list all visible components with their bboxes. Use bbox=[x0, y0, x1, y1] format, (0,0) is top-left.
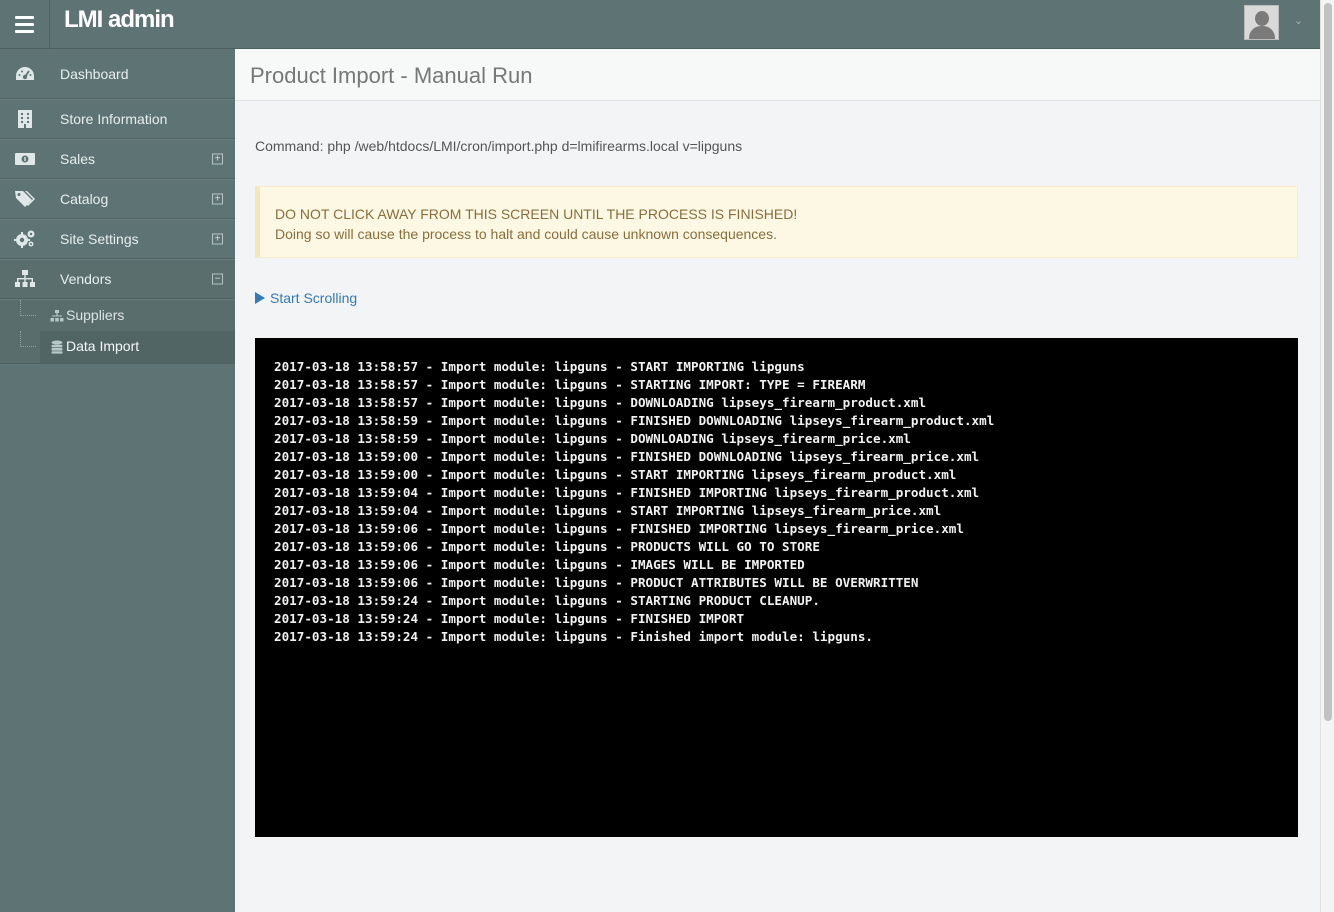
sidebar-subitem-label: Suppliers bbox=[66, 307, 125, 323]
brand-title[interactable]: LMI admin bbox=[64, 6, 175, 34]
sitemap-icon bbox=[14, 269, 36, 289]
warning-alert: DO NOT CLICK AWAY FROM THIS SCREEN UNTIL… bbox=[255, 186, 1298, 258]
log-line: 2017-03-18 13:59:06 - Import module: lip… bbox=[274, 539, 820, 554]
user-avatar-icon[interactable] bbox=[1244, 5, 1279, 40]
hamburger-menu-icon[interactable] bbox=[0, 0, 50, 49]
alert-line-2: Doing so will cause the process to halt … bbox=[275, 226, 777, 242]
sidebar-item-sales[interactable]: Sales + bbox=[0, 139, 235, 179]
sidebar-item-label: Dashboard bbox=[60, 66, 129, 82]
log-line: 2017-03-18 13:58:57 - Import module: lip… bbox=[274, 395, 927, 410]
sidebar-item-label: Sales bbox=[60, 151, 96, 167]
sidebar-item-label: Site Settings bbox=[60, 231, 139, 247]
sidebar: Dashboard Store Information Sales + Cata… bbox=[0, 50, 235, 912]
sidebar-item-catalog[interactable]: Catalog + bbox=[0, 179, 235, 219]
log-line: 2017-03-18 13:59:24 - Import module: lip… bbox=[274, 611, 745, 626]
log-line: 2017-03-18 13:59:00 - Import module: lip… bbox=[274, 467, 957, 482]
expand-icon[interactable]: + bbox=[212, 193, 223, 205]
sidebar-subitem-label: Data Import bbox=[66, 338, 140, 354]
collapse-icon[interactable]: − bbox=[212, 273, 223, 285]
log-line: 2017-03-18 13:59:04 - Import module: lip… bbox=[274, 485, 980, 500]
sidebar-item-store-information[interactable]: Store Information bbox=[0, 99, 235, 139]
sidebar-item-label: Store Information bbox=[60, 111, 168, 127]
start-scrolling-link[interactable]: Start Scrolling bbox=[255, 290, 357, 306]
sidebar-item-dashboard[interactable]: Dashboard bbox=[0, 50, 235, 99]
log-line: 2017-03-18 13:59:04 - Import module: lip… bbox=[274, 503, 942, 518]
log-line: 2017-03-18 13:59:24 - Import module: lip… bbox=[274, 629, 873, 644]
sitemap-icon bbox=[50, 309, 64, 323]
log-line: 2017-03-18 13:59:06 - Import module: lip… bbox=[274, 521, 964, 536]
log-line: 2017-03-18 13:59:06 - Import module: lip… bbox=[274, 575, 919, 590]
expand-icon[interactable]: + bbox=[212, 233, 223, 245]
log-line: 2017-03-18 13:58:57 - Import module: lip… bbox=[274, 377, 866, 392]
import-log-console[interactable]: 2017-03-18 13:58:57 - Import module: lip… bbox=[255, 338, 1298, 837]
sidebar-subitem-data-import[interactable]: Data Import bbox=[20, 331, 235, 363]
database-icon bbox=[50, 340, 64, 354]
tree-connector bbox=[20, 300, 36, 316]
page-scrollbar[interactable] bbox=[1320, 0, 1334, 912]
dashboard-icon bbox=[14, 64, 36, 84]
tree-connector bbox=[20, 331, 36, 347]
chevron-down-icon[interactable]: ⌄ bbox=[1294, 14, 1303, 27]
page-title: Product Import - Manual Run bbox=[250, 63, 533, 88]
page-header: Product Import - Manual Run bbox=[235, 49, 1320, 101]
main-content: Product Import - Manual Run Command: php… bbox=[235, 49, 1320, 912]
vendors-submenu: Suppliers Data Import bbox=[0, 299, 235, 364]
log-line: 2017-03-18 13:58:59 - Import module: lip… bbox=[274, 413, 995, 428]
log-line: 2017-03-18 13:58:57 - Import module: lip… bbox=[274, 359, 805, 374]
top-navbar: LMI admin ⌄ bbox=[0, 0, 1320, 49]
building-icon bbox=[14, 109, 36, 129]
sidebar-subitem-suppliers[interactable]: Suppliers bbox=[0, 299, 235, 331]
log-line: 2017-03-18 13:59:24 - Import module: lip… bbox=[274, 593, 820, 608]
sidebar-item-site-settings[interactable]: Site Settings + bbox=[0, 219, 235, 259]
sidebar-item-label: Vendors bbox=[60, 271, 112, 287]
alert-line-1: DO NOT CLICK AWAY FROM THIS SCREEN UNTIL… bbox=[275, 206, 798, 222]
scrollbar-thumb[interactable] bbox=[1324, 3, 1332, 721]
expand-icon[interactable]: + bbox=[212, 153, 223, 165]
play-icon bbox=[255, 292, 265, 304]
log-line: 2017-03-18 13:59:00 - Import module: lip… bbox=[274, 449, 980, 464]
sidebar-item-label: Catalog bbox=[60, 191, 109, 207]
money-icon bbox=[14, 149, 36, 169]
command-text: Command: php /web/htdocs/LMI/cron/import… bbox=[255, 138, 743, 154]
tags-icon bbox=[14, 189, 36, 209]
log-line: 2017-03-18 13:58:59 - Import module: lip… bbox=[274, 431, 911, 446]
sidebar-item-vendors[interactable]: Vendors − bbox=[0, 259, 235, 299]
start-scrolling-label: Start Scrolling bbox=[270, 290, 358, 306]
gears-icon bbox=[14, 229, 36, 249]
log-line: 2017-03-18 13:59:06 - Import module: lip… bbox=[274, 557, 805, 572]
